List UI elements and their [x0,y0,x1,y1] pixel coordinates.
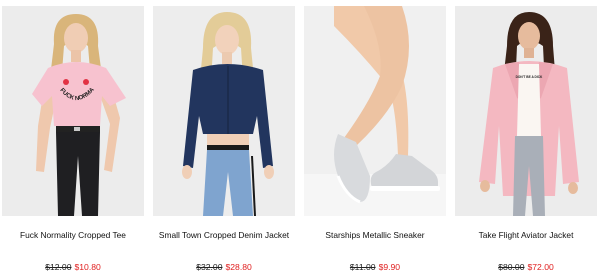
sale-price: $9.90 [378,262,401,272]
product-name[interactable]: Starships Metallic Sneaker [300,230,450,240]
product-card[interactable]: Starships Metallic Sneaker $11.00 $9.90 [304,0,446,278]
product-price: $12.00 $10.80 [2,262,144,272]
product-name[interactable]: Take Flight Aviator Jacket [451,230,600,240]
product-card[interactable]: DON'T BE A DICK Take Flight Aviator Jack… [455,0,597,278]
product-price: $11.00 $9.90 [304,262,446,272]
model-pink-tee-photo: FUCK NORMALITY [2,6,144,216]
product-image[interactable]: DON'T BE A DICK [455,6,597,216]
sale-price: $10.80 [74,262,101,272]
sale-price: $72.00 [527,262,554,272]
product-card[interactable]: Small Town Cropped Denim Jacket $32.00 $2… [153,0,295,278]
product-image[interactable] [304,6,446,216]
original-price: $32.00 [196,262,223,272]
silver-sneakers-photo [304,6,446,216]
shirt-print-text: DON'T BE A DICK [516,75,543,79]
product-price: $80.00 $72.00 [455,262,597,272]
original-price: $11.00 [349,262,376,272]
product-image[interactable] [153,6,295,216]
product-name[interactable]: Small Town Cropped Denim Jacket [149,230,299,240]
original-price: $12.00 [45,262,72,272]
product-grid: FUCK NORMALITY Fuck Normality Cropped Te… [0,0,600,278]
product-card[interactable]: FUCK NORMALITY Fuck Normality Cropped Te… [2,0,144,278]
model-pink-aviator-photo: DON'T BE A DICK [455,6,597,216]
product-name[interactable]: Fuck Normality Cropped Tee [0,230,148,240]
sale-price: $28.80 [225,262,252,272]
original-price: $80.00 [498,262,525,272]
product-price: $32.00 $28.80 [153,262,295,272]
model-denim-jacket-photo [153,6,295,216]
product-image[interactable]: FUCK NORMALITY [2,6,144,216]
